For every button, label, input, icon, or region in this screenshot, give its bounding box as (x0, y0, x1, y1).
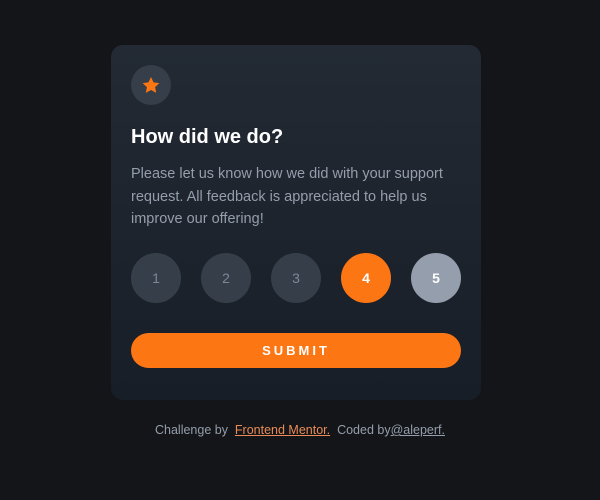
coded-by-prefix: Coded by (337, 423, 391, 437)
rating-options: 1 2 3 4 5 (131, 253, 461, 303)
submit-button[interactable]: SUBMIT (131, 333, 461, 368)
challenge-prefix: Challenge by (155, 423, 228, 437)
star-icon (142, 77, 160, 93)
author-link[interactable]: @aleperf. (391, 423, 445, 437)
star-badge (131, 65, 171, 105)
rating-button-5[interactable]: 5 (411, 253, 461, 303)
rating-button-2[interactable]: 2 (201, 253, 251, 303)
rating-card: How did we do? Please let us know how we… (111, 45, 481, 400)
page: How did we do? Please let us know how we… (0, 0, 600, 500)
rating-button-1[interactable]: 1 (131, 253, 181, 303)
card-description: Please let us know how we did with your … (131, 166, 443, 227)
frontend-mentor-link[interactable]: Frontend Mentor. (235, 423, 330, 437)
rating-button-3[interactable]: 3 (271, 253, 321, 303)
rating-button-4[interactable]: 4 (341, 253, 391, 303)
attribution: Challenge by Frontend Mentor. Coded by@a… (0, 422, 600, 438)
card-title: How did we do? (131, 126, 284, 148)
